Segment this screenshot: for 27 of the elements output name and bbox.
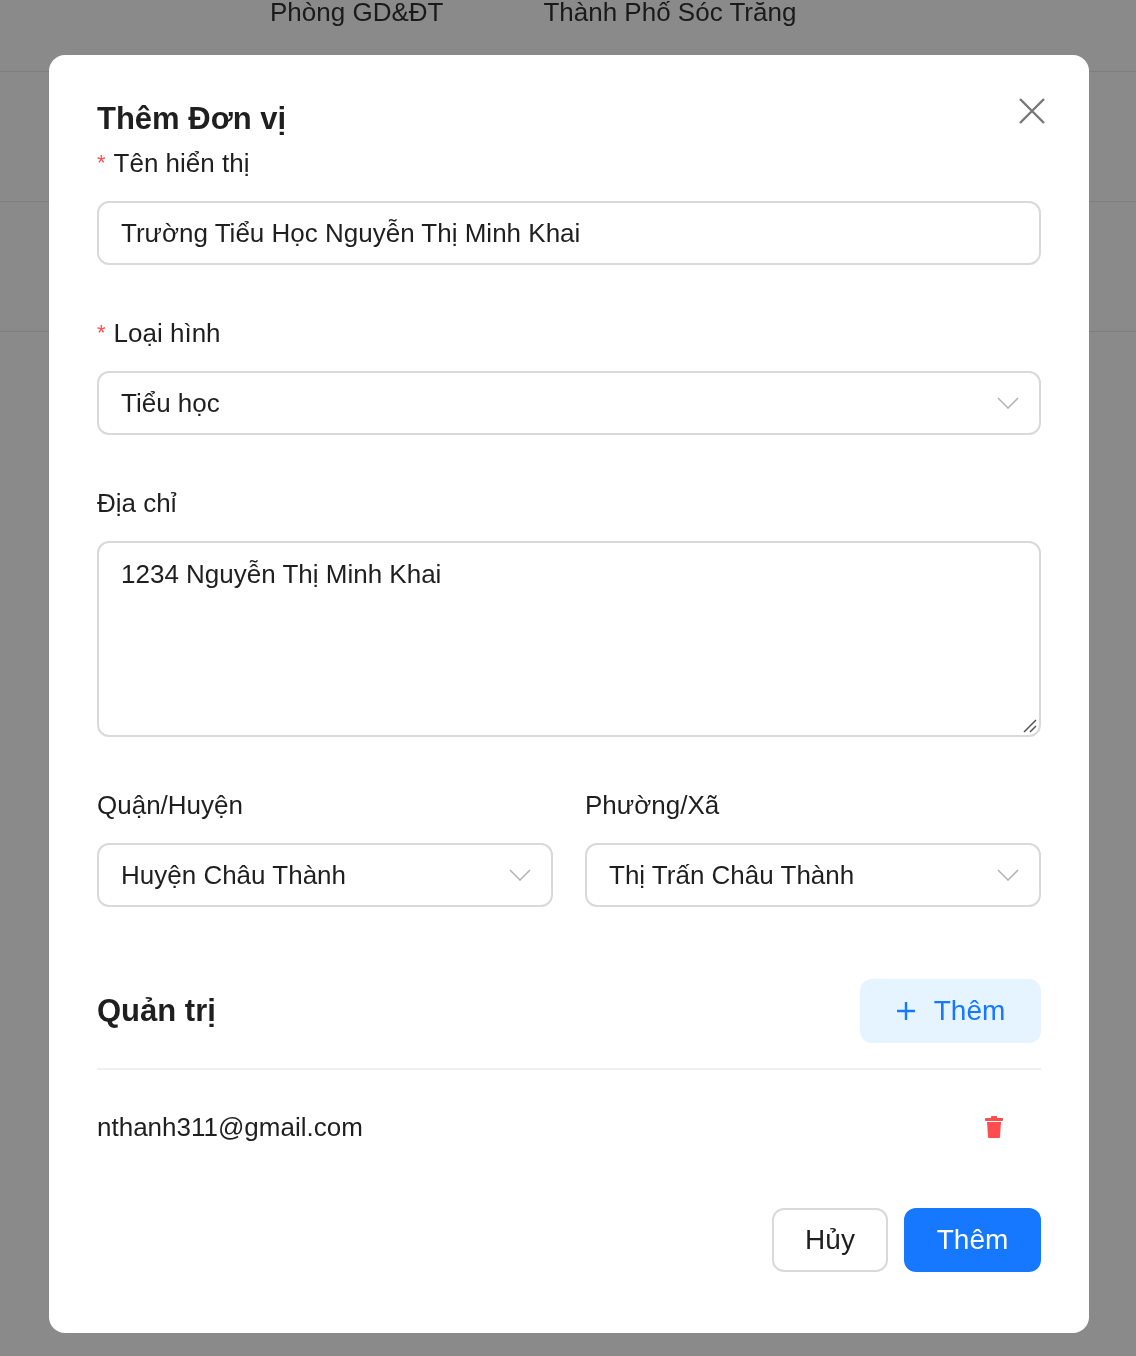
field-label: Địa chỉ [97, 487, 177, 520]
admin-email: nthanh311@gmail.com [97, 1110, 363, 1144]
field-label: Quận/Huyện [97, 789, 243, 822]
cancel-button[interactable]: Hủy [772, 1208, 888, 1272]
plus-icon [895, 1001, 916, 1021]
close-icon[interactable] [1018, 97, 1046, 125]
input-field[interactable]: Trường Tiểu Học Nguyễn Thị Minh Khai [97, 201, 1041, 265]
select-field[interactable]: Huyện Châu Thành [97, 843, 553, 907]
chevron-down-icon [509, 869, 531, 881]
field-label: Phường/Xã [585, 789, 720, 822]
textarea-field[interactable]: 1234 Nguyễn Thị Minh Khai [97, 541, 1041, 737]
chevron-down-icon [997, 869, 1019, 881]
chevron-down-icon [997, 397, 1019, 409]
select-field[interactable]: Tiểu học [97, 371, 1041, 435]
submit-button[interactable]: Thêm [904, 1208, 1041, 1272]
required-mark: * [97, 319, 106, 347]
trash-icon[interactable] [985, 1116, 1003, 1138]
add-admin-button[interactable]: Thêm [860, 979, 1041, 1043]
field-label: Tên hiển thị [113, 147, 250, 180]
select-field[interactable]: Thị Trấn Châu Thành [585, 843, 1041, 907]
field-label: Loại hình [113, 317, 221, 350]
table-cell: Thành Phố Sóc Trăng [543, 0, 797, 24]
required-mark: * [97, 149, 106, 177]
dialog-title: Thêm Đơn vị [97, 100, 287, 138]
section-title: Quản trị [97, 991, 216, 1030]
table-cell: Phòng GD&ĐT [270, 0, 444, 24]
resize-handle-icon[interactable] [1023, 719, 1037, 733]
